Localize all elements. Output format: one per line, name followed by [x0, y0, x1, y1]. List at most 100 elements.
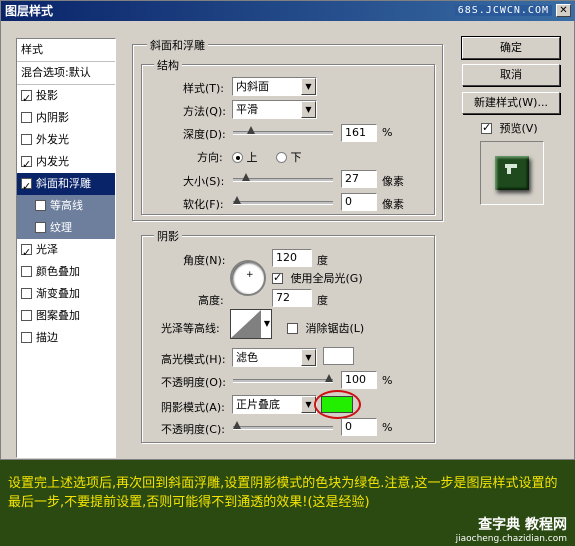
soften-slider-thumb[interactable] [233, 196, 241, 206]
technique-select[interactable]: 平滑 ▼ [232, 100, 317, 119]
soften-input[interactable]: 0 [341, 193, 377, 211]
sidebar-item-3[interactable]: 内发光 [17, 151, 115, 176]
sidebar-item-label: 光泽 [36, 243, 58, 256]
depth-slider[interactable] [233, 126, 333, 135]
logo-main: 查字典 教程网 [478, 517, 567, 533]
sidebar-item-9[interactable]: 渐变叠加 [17, 283, 115, 305]
checkbox-icon[interactable] [21, 266, 32, 277]
radio-selected-icon [232, 152, 243, 163]
altitude-input[interactable]: 72 [272, 289, 312, 307]
size-slider[interactable] [233, 173, 333, 182]
depth-input[interactable]: 161 [341, 124, 377, 142]
soften-slider[interactable] [233, 196, 333, 205]
highlight-mode-label: 高光模式(H): [161, 353, 226, 366]
logo-sub: jiaocheng.chazidian.com [455, 534, 567, 544]
ok-button[interactable]: 确定 [461, 36, 561, 60]
new-style-button[interactable]: 新建样式(W)... [462, 92, 560, 114]
sidebar-item-8[interactable]: 颜色叠加 [17, 261, 115, 283]
angle-dial[interactable]: + [230, 260, 266, 296]
preview-checkbox[interactable]: 预览(V) [481, 120, 538, 136]
crosshair-icon: + [246, 270, 254, 280]
close-icon[interactable]: ✕ [556, 4, 571, 17]
radio-icon [276, 152, 287, 163]
direction-up-radio[interactable]: 上 [232, 149, 258, 165]
sidebar-item-label: 描边 [36, 331, 58, 344]
checkbox-icon [287, 323, 298, 334]
sidebar-item-6[interactable]: 纹理 [17, 217, 115, 239]
highlight-opacity-unit: % [382, 374, 393, 387]
sidebar-item-label: 纹理 [50, 221, 72, 234]
shadow-opacity-thumb[interactable] [233, 421, 241, 431]
chevron-down-icon: ▼ [301, 78, 316, 95]
checkbox-checked-icon [272, 271, 283, 284]
angle-label: 角度(N): [183, 254, 226, 267]
size-label: 大小(S): [183, 175, 225, 188]
highlight-opacity-thumb[interactable] [325, 374, 333, 384]
cancel-button[interactable]: 取消 [462, 64, 560, 86]
sidebar-item-label: 图案叠加 [36, 309, 80, 322]
style-label: 样式(T): [183, 82, 225, 95]
structure-group-title: 结构 [154, 57, 182, 73]
size-input[interactable]: 27 [341, 170, 377, 188]
checkbox-icon[interactable] [21, 310, 32, 321]
watermark: 68S.JCWCN.COM [454, 5, 552, 16]
sidebar-item-4[interactable]: 斜面和浮雕 [17, 173, 115, 198]
angle-input[interactable]: 120 [272, 249, 312, 267]
sidebar-item-blend-options[interactable]: 混合选项:默认 [17, 62, 115, 84]
soften-unit: 像素 [382, 198, 404, 211]
chevron-down-icon: ▼ [263, 319, 270, 328]
checkbox-checked-icon[interactable] [21, 176, 32, 198]
checkbox-checked-icon [481, 121, 492, 134]
depth-slider-thumb[interactable] [246, 126, 255, 136]
checkbox-icon[interactable] [21, 288, 32, 299]
size-unit: 像素 [382, 175, 404, 188]
shadow-opacity-input[interactable]: 0 [341, 418, 377, 436]
sidebar-item-2[interactable]: 外发光 [17, 129, 115, 151]
contour-preview-icon [231, 310, 261, 338]
direction-down-radio[interactable]: 下 [276, 149, 302, 165]
checkbox-checked-icon[interactable] [21, 154, 32, 176]
preview-swatch [495, 156, 529, 190]
shadow-opacity-unit: % [382, 421, 393, 434]
global-light-checkbox[interactable]: 使用全局光(G) [272, 270, 363, 286]
highlight-mode-select[interactable]: 滤色 ▼ [232, 348, 317, 367]
checkbox-checked-icon[interactable] [21, 88, 32, 110]
direction-up-label: 上 [246, 151, 258, 164]
sidebar-item-0[interactable]: 投影 [17, 85, 115, 110]
shadow-mode-select[interactable]: 正片叠底 ▼ [232, 395, 317, 414]
gloss-contour-picker[interactable]: ▼ [230, 309, 272, 339]
sidebar-item-11[interactable]: 描边 [17, 327, 115, 349]
bevel-group-title: 斜面和浮雕 [147, 37, 208, 53]
direction-down-label: 下 [290, 151, 302, 164]
sidebar-header-styles[interactable]: 样式 [17, 39, 115, 61]
sidebar-item-5[interactable]: 等高线 [17, 195, 115, 217]
sidebar-item-7[interactable]: 光泽 [17, 239, 115, 264]
preview-label: 预览(V) [499, 122, 538, 135]
checkbox-icon[interactable] [35, 222, 46, 233]
style-select[interactable]: 内斜面 ▼ [232, 77, 317, 96]
highlight-color-swatch[interactable] [323, 347, 354, 365]
site-logo: 查字典 教程网 jiaocheng.chazidian.com [456, 514, 567, 544]
shadow-color-swatch[interactable] [321, 396, 353, 413]
style-select-value: 内斜面 [236, 80, 269, 93]
checkbox-icon[interactable] [21, 332, 32, 343]
shadow-opacity-slider[interactable] [233, 421, 333, 430]
sidebar-item-label: 内阴影 [36, 111, 69, 124]
highlight-opacity-input[interactable]: 100 [341, 371, 377, 389]
checkbox-icon[interactable] [21, 112, 32, 123]
sidebar-item-label: 渐变叠加 [36, 287, 80, 300]
size-slider-thumb[interactable] [242, 173, 251, 183]
sidebar-item-10[interactable]: 图案叠加 [17, 305, 115, 327]
chevron-down-icon: ▼ [301, 349, 316, 366]
sidebar-item-label: 颜色叠加 [36, 265, 80, 278]
checkbox-icon[interactable] [21, 134, 32, 145]
shadow-mode-value: 正片叠底 [236, 398, 280, 411]
checkbox-icon[interactable] [35, 200, 46, 211]
sidebar-item-label: 等高线 [50, 199, 83, 212]
highlight-opacity-slider[interactable] [233, 374, 333, 383]
sidebar-item-1[interactable]: 内阴影 [17, 107, 115, 129]
shadow-opacity-label: 不透明度(C): [161, 423, 225, 436]
antialias-checkbox[interactable]: 消除锯齿(L) [287, 320, 364, 336]
sidebar-item-label: 投影 [36, 89, 58, 102]
checkbox-checked-icon[interactable] [21, 242, 32, 264]
